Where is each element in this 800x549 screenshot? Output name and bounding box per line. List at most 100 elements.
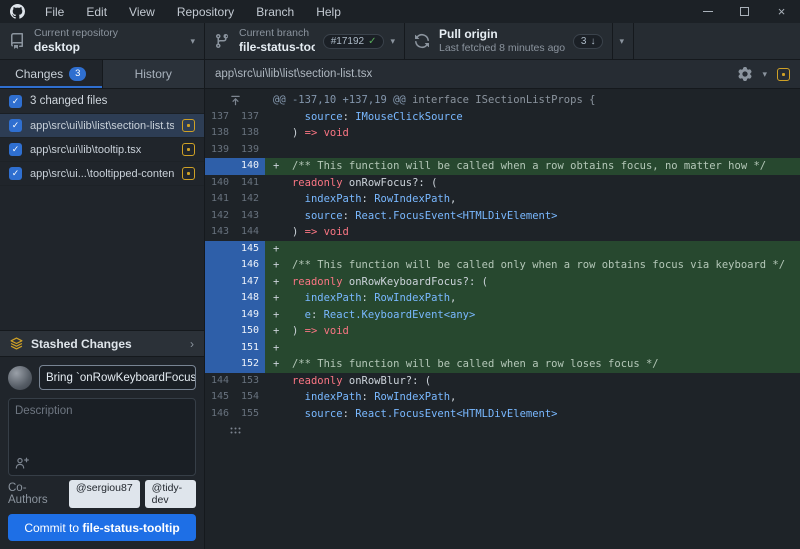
- diff-line[interactable]: 144153 readonly onRowBlur?: (: [205, 373, 800, 390]
- diff-line[interactable]: 146+ /** This function will be called on…: [205, 257, 800, 274]
- diff-hunk-header[interactable]: @@ -137,10 +137,19 @@ interface ISection…: [205, 92, 800, 109]
- old-line-number[interactable]: 145: [205, 389, 235, 406]
- tab-changes[interactable]: Changes 3: [0, 60, 102, 88]
- current-branch-button[interactable]: Current branch file-status-too… #17192 ✓…: [205, 23, 405, 59]
- menu-help[interactable]: Help: [305, 0, 352, 23]
- old-line-number[interactable]: [205, 340, 235, 357]
- diff-line[interactable]: 143144 ) => void: [205, 224, 800, 241]
- old-line-number[interactable]: 146: [205, 406, 235, 423]
- menu-view[interactable]: View: [118, 0, 166, 23]
- new-line-number[interactable]: 145: [235, 241, 265, 258]
- new-line-number[interactable]: 155: [235, 406, 265, 423]
- new-line-number[interactable]: 153: [235, 373, 265, 390]
- old-line-number[interactable]: 143: [205, 224, 235, 241]
- add-coauthor-icon[interactable]: [15, 457, 189, 469]
- old-line-number[interactable]: 139: [205, 142, 235, 159]
- expand-hunk-up-icon[interactable]: [205, 92, 265, 109]
- old-line-number[interactable]: [205, 323, 235, 340]
- diff-line[interactable]: 149+ e: React.KeyboardEvent<any>: [205, 307, 800, 324]
- tab-changes-label: Changes: [15, 67, 63, 81]
- commit-description-input[interactable]: Description: [8, 398, 196, 476]
- menu-file[interactable]: File: [34, 0, 75, 23]
- old-line-number[interactable]: 142: [205, 208, 235, 225]
- diff-line[interactable]: 150+ ) => void: [205, 323, 800, 340]
- minimize-icon: [703, 11, 713, 12]
- current-repository-name: desktop: [34, 40, 118, 55]
- current-repository-button[interactable]: Current repository desktop ▾: [0, 23, 205, 59]
- coauthor-pill[interactable]: @tidy-dev: [145, 480, 196, 508]
- stashed-changes-row[interactable]: Stashed Changes ›: [0, 330, 204, 357]
- code-line: + /** This function will be called when …: [265, 158, 800, 175]
- new-line-number[interactable]: 148: [235, 290, 265, 307]
- pull-origin-title: Pull origin: [439, 27, 565, 42]
- file-row[interactable]: ✓app\src\ui...\tooltipped-content.tsx: [0, 162, 204, 186]
- old-line-number[interactable]: [205, 257, 235, 274]
- file-row[interactable]: ✓app\src\ui\lib\list\section-list.tsx: [0, 114, 204, 138]
- diff-line[interactable]: 152+ /** This function will be called wh…: [205, 356, 800, 373]
- diff-expand-handle-icon[interactable]: [205, 422, 265, 439]
- new-line-number[interactable]: 150: [235, 323, 265, 340]
- diff-line[interactable]: 140141 readonly onRowFocus?: (: [205, 175, 800, 192]
- file-checkbox[interactable]: ✓: [9, 119, 22, 132]
- new-line-number[interactable]: 154: [235, 389, 265, 406]
- file-checkbox[interactable]: ✓: [9, 143, 22, 156]
- new-line-number[interactable]: 137: [235, 109, 265, 126]
- file-path-label: app\src\ui\lib\tooltip.tsx: [30, 144, 174, 156]
- pr-number-badge[interactable]: #17192 ✓: [323, 34, 385, 49]
- menu-edit[interactable]: Edit: [75, 0, 118, 23]
- old-line-number[interactable]: [205, 290, 235, 307]
- chevron-down-icon[interactable]: ▾: [613, 36, 624, 47]
- old-line-number[interactable]: 140: [205, 175, 235, 192]
- diff-line[interactable]: 142143 source: React.FocusEvent<HTMLDivE…: [205, 208, 800, 225]
- diff-line[interactable]: 140+ /** This function will be called wh…: [205, 158, 800, 175]
- old-line-number[interactable]: 144: [205, 373, 235, 390]
- commit-summary-input[interactable]: Bring `onRowKeyboardFocus` to `Se: [39, 365, 196, 390]
- old-line-number[interactable]: 137: [205, 109, 235, 126]
- diff-line[interactable]: 146155 source: React.FocusEvent<HTMLDivE…: [205, 406, 800, 423]
- new-line-number[interactable]: 149: [235, 307, 265, 324]
- changed-file-list: ✓app\src\ui\lib\list\section-list.tsx✓ap…: [0, 114, 204, 186]
- new-line-number[interactable]: 139: [235, 142, 265, 159]
- maximize-button[interactable]: [726, 0, 763, 23]
- old-line-number[interactable]: [205, 274, 235, 291]
- old-line-number[interactable]: 141: [205, 191, 235, 208]
- new-line-number[interactable]: 152: [235, 356, 265, 373]
- file-row[interactable]: ✓ app\src\ui\lib\tooltip.tsx: [0, 138, 204, 162]
- menu-repository[interactable]: Repository: [166, 0, 245, 23]
- new-line-number[interactable]: 151: [235, 340, 265, 357]
- diff-line[interactable]: 138138 ) => void: [205, 125, 800, 142]
- coauthor-pill[interactable]: @sergiou87: [69, 480, 140, 508]
- diff-options-button[interactable]: ▾: [738, 67, 767, 81]
- tab-history[interactable]: History: [102, 60, 205, 88]
- new-line-number[interactable]: 141: [235, 175, 265, 192]
- new-line-number[interactable]: 140: [235, 158, 265, 175]
- diff-line[interactable]: 141142 indexPath: RowIndexPath,: [205, 191, 800, 208]
- old-line-number[interactable]: [205, 307, 235, 324]
- old-line-number[interactable]: 138: [205, 125, 235, 142]
- new-line-number[interactable]: 144: [235, 224, 265, 241]
- select-all-checkbox[interactable]: ✓: [9, 95, 22, 108]
- diff-line[interactable]: 145+: [205, 241, 800, 258]
- diff-line[interactable]: 151+: [205, 340, 800, 357]
- diff-line[interactable]: 137137 source: IMouseClickSource: [205, 109, 800, 126]
- old-line-number[interactable]: [205, 241, 235, 258]
- new-line-number[interactable]: 147: [235, 274, 265, 291]
- diff-line[interactable]: 145154 indexPath: RowIndexPath,: [205, 389, 800, 406]
- diff-line[interactable]: 147+ readonly onRowKeyboardFocus?: (: [205, 274, 800, 291]
- minimize-button[interactable]: [689, 0, 726, 23]
- code-line: + readonly onRowKeyboardFocus?: (: [265, 274, 800, 291]
- diff-line[interactable]: 148+ indexPath: RowIndexPath,: [205, 290, 800, 307]
- commit-button[interactable]: Commit to file-status-tooltip: [8, 514, 196, 541]
- close-button[interactable]: ×: [763, 0, 800, 23]
- old-line-number[interactable]: [205, 356, 235, 373]
- new-line-number[interactable]: 138: [235, 125, 265, 142]
- diff-line[interactable]: 139139: [205, 142, 800, 159]
- menu-branch[interactable]: Branch: [245, 0, 305, 23]
- file-checkbox[interactable]: ✓: [9, 167, 22, 180]
- old-line-number[interactable]: [205, 158, 235, 175]
- new-line-number[interactable]: 142: [235, 191, 265, 208]
- new-line-number[interactable]: 146: [235, 257, 265, 274]
- pull-origin-button[interactable]: Pull origin Last fetched 8 minutes ago 3…: [405, 23, 634, 59]
- current-branch-name: file-status-too…: [239, 40, 315, 55]
- new-line-number[interactable]: 143: [235, 208, 265, 225]
